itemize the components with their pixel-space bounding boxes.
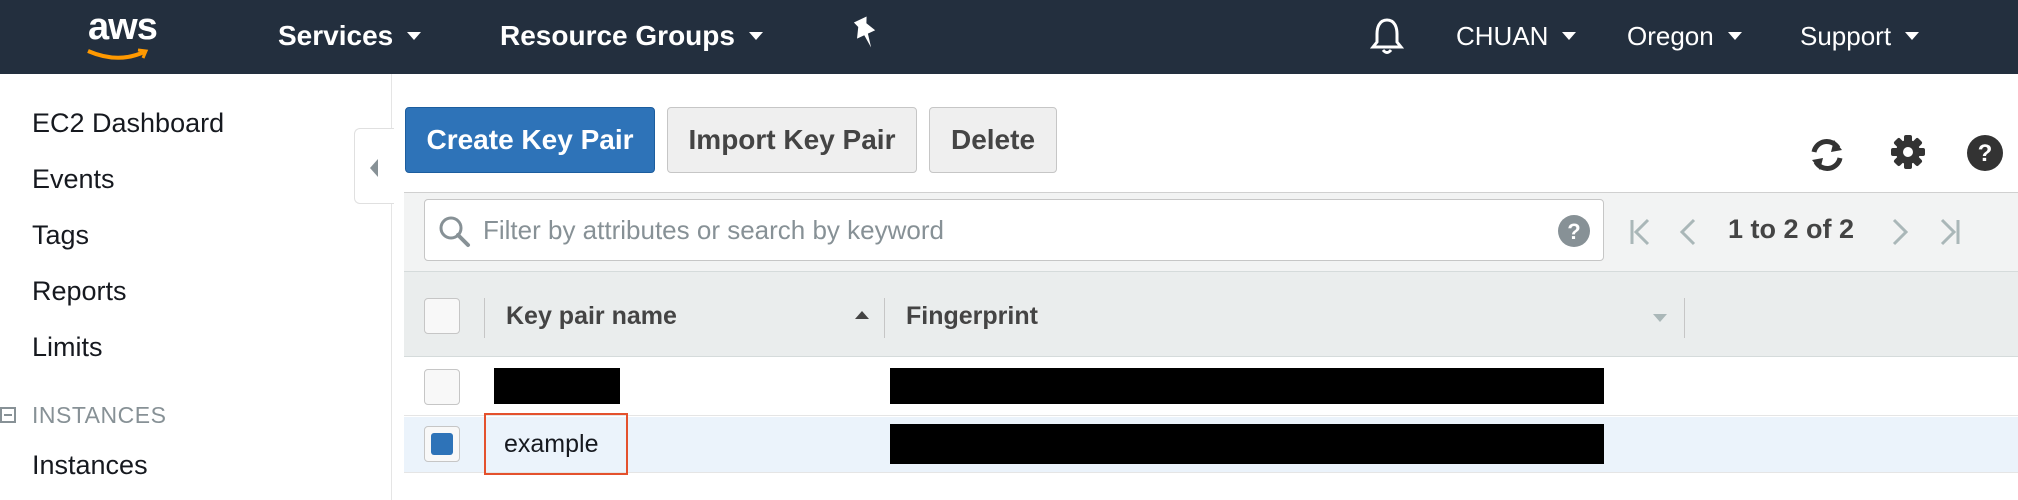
import-key-pair-button[interactable]: Import Key Pair xyxy=(667,107,917,173)
bell-icon[interactable] xyxy=(1369,16,1405,61)
account-label: CHUAN xyxy=(1456,21,1549,51)
column-divider xyxy=(884,298,885,338)
column-header-fingerprint[interactable]: Fingerprint xyxy=(906,302,1038,331)
svg-text:?: ? xyxy=(1567,219,1580,244)
refresh-icon[interactable] xyxy=(1806,134,1848,181)
last-page-icon[interactable] xyxy=(1936,218,1962,251)
row-checkbox[interactable] xyxy=(424,426,460,462)
sort-ascending-icon[interactable] xyxy=(854,310,870,320)
sidebar-item-events[interactable]: Events xyxy=(32,164,115,195)
previous-page-icon[interactable] xyxy=(1678,218,1698,251)
support-label: Support xyxy=(1800,21,1892,51)
services-label: Services xyxy=(278,20,394,51)
annotation-highlight xyxy=(484,413,628,475)
sidebar: EC2 Dashboard Events Tags Reports Limits… xyxy=(0,74,392,500)
sidebar-section-instances: INSTANCES xyxy=(32,402,167,428)
column-divider xyxy=(1684,298,1685,338)
logo-smile-icon xyxy=(87,48,149,60)
collapse-section-icon[interactable] xyxy=(0,407,16,423)
chevron-down-icon xyxy=(1727,32,1742,41)
pin-icon[interactable] xyxy=(852,16,882,57)
sidebar-item-tags[interactable]: Tags xyxy=(32,220,89,251)
pagination-label: 1 to 2 of 2 xyxy=(1728,214,1855,244)
redacted-fingerprint xyxy=(890,368,1604,404)
column-header-key-pair-name[interactable]: Key pair name xyxy=(506,302,677,331)
sidebar-item-instances[interactable]: Instances xyxy=(32,450,148,481)
redacted-fingerprint xyxy=(890,424,1604,464)
delete-button[interactable]: Delete xyxy=(929,107,1057,173)
services-menu[interactable]: Services xyxy=(278,0,422,74)
chevron-down-icon xyxy=(748,31,763,40)
svg-text:?: ? xyxy=(1978,140,1993,167)
region-menu[interactable]: Oregon xyxy=(1627,0,1742,74)
top-nav: aws Services Resource Groups CHUAN Orego… xyxy=(0,0,2018,74)
logo-text: aws xyxy=(88,6,158,48)
row-checkbox[interactable] xyxy=(424,369,460,405)
first-page-icon[interactable] xyxy=(1628,218,1654,251)
next-page-icon[interactable] xyxy=(1890,218,1910,251)
chevron-down-icon xyxy=(407,31,422,40)
select-all-checkbox[interactable] xyxy=(424,298,460,334)
resource-groups-label: Resource Groups xyxy=(500,20,735,51)
account-menu[interactable]: CHUAN xyxy=(1456,0,1577,74)
resource-groups-menu[interactable]: Resource Groups xyxy=(500,0,763,74)
region-label: Oregon xyxy=(1627,21,1714,51)
gear-icon[interactable] xyxy=(1890,134,1926,175)
column-divider xyxy=(484,298,485,338)
help-icon[interactable]: ? xyxy=(1966,134,2004,177)
create-key-pair-button[interactable]: Create Key Pair xyxy=(405,107,655,173)
chevron-left-icon xyxy=(370,159,378,177)
search-field[interactable]: ? xyxy=(424,199,1604,261)
support-menu[interactable]: Support xyxy=(1800,0,1920,74)
search-icon xyxy=(439,216,470,247)
sidebar-item-ec2-dashboard[interactable]: EC2 Dashboard xyxy=(32,108,224,139)
collapse-sidebar-button[interactable] xyxy=(354,128,394,204)
sort-icon[interactable] xyxy=(1652,313,1668,323)
sidebar-item-limits[interactable]: Limits xyxy=(32,332,103,363)
search-input[interactable] xyxy=(483,200,1533,260)
chevron-down-icon xyxy=(1562,32,1577,41)
chevron-down-icon xyxy=(1905,32,1920,41)
aws-logo[interactable]: aws xyxy=(82,6,172,66)
redacted-key-name xyxy=(494,368,620,404)
help-icon[interactable]: ? xyxy=(1557,214,1591,248)
sidebar-item-reports[interactable]: Reports xyxy=(32,276,127,307)
